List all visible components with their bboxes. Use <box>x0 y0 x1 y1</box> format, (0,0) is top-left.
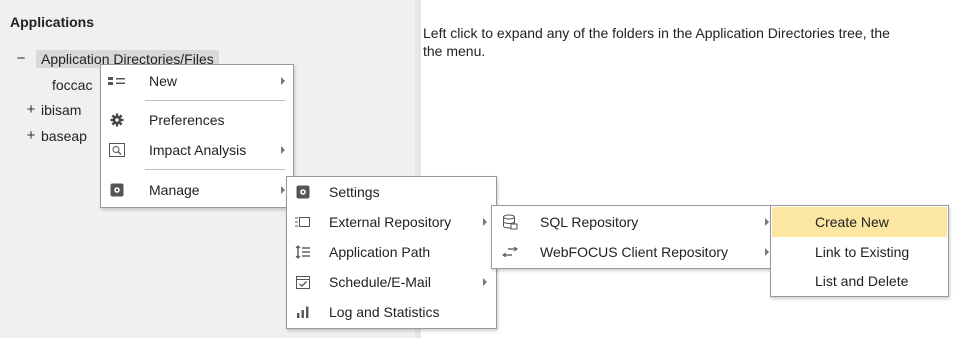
menu-item-label: New <box>149 73 178 89</box>
menu-item-new[interactable]: New <box>101 66 293 96</box>
menu-item-link-to-existing[interactable]: Link to Existing <box>771 237 948 267</box>
help-text-line: the menu. <box>423 43 486 59</box>
menu-item-list-and-delete[interactable]: List and Delete <box>771 266 948 296</box>
sql-repository-submenu: Create New Link to Existing List and Del… <box>770 205 949 297</box>
menu-item-sql-repository[interactable]: SQL Repository <box>492 207 778 237</box>
chevron-right-icon <box>765 218 769 226</box>
menu-item-schedule-email[interactable]: Schedule/E-Mail <box>287 267 496 297</box>
menu-item-webfocus-client-repository[interactable]: WebFOCUS Client Repository <box>492 237 778 267</box>
chevron-right-icon <box>483 278 487 286</box>
menu-item-label: SQL Repository <box>540 214 639 230</box>
application-path-icon <box>287 237 319 267</box>
database-icon <box>492 207 528 237</box>
chevron-right-icon <box>281 77 285 85</box>
calendar-icon <box>287 267 319 297</box>
menu-item-settings[interactable]: Settings <box>287 177 496 207</box>
tree-item-label[interactable]: baseap <box>41 127 87 145</box>
menu-item-label: Link to Existing <box>815 244 910 260</box>
help-text-line: Left click to expand any of the folders … <box>423 25 890 41</box>
menu-item-log-and-statistics[interactable]: Log and Statistics <box>287 297 496 327</box>
external-repository-icon <box>287 207 319 237</box>
menu-item-label: Application Path <box>329 244 431 260</box>
menu-item-application-path[interactable]: Application Path <box>287 237 496 267</box>
chevron-right-icon <box>281 186 285 194</box>
context-menu: New Preferences Impact Analysis Manage <box>100 64 294 208</box>
menu-item-label: List and Delete <box>815 273 909 289</box>
menu-item-label: Impact Analysis <box>149 142 247 158</box>
collapse-icon[interactable]: − <box>14 50 28 68</box>
gear-icon <box>101 105 133 135</box>
menu-item-impact-analysis[interactable]: Impact Analysis <box>101 135 293 165</box>
menu-item-label: Settings <box>329 184 380 200</box>
menu-item-label: Log and Statistics <box>329 304 440 320</box>
external-repository-submenu: SQL Repository WebFOCUS Client Repositor… <box>491 205 779 269</box>
chevron-right-icon <box>765 248 769 256</box>
new-icon <box>101 66 133 96</box>
menu-item-preferences[interactable]: Preferences <box>101 105 293 135</box>
menu-item-external-repository[interactable]: External Repository <box>287 207 496 237</box>
tree-item-label[interactable]: foccac <box>52 77 92 93</box>
menu-item-label: Schedule/E-Mail <box>329 274 431 290</box>
menu-item-label: Preferences <box>149 112 225 128</box>
settings-icon <box>287 177 319 207</box>
manage-submenu: Settings External Repository Application… <box>286 176 497 329</box>
help-text: Left click to expand any of the folders … <box>423 24 979 60</box>
chevron-right-icon <box>281 146 285 154</box>
chevron-right-icon <box>483 218 487 226</box>
tree-item-label[interactable]: ibisam <box>41 101 81 119</box>
tree-item-foccac[interactable]: foccac <box>52 76 92 94</box>
menu-item-label: External Repository <box>329 214 452 230</box>
menu-item-label: WebFOCUS Client Repository <box>540 244 729 260</box>
expand-icon[interactable]: + <box>24 127 38 145</box>
expand-icon[interactable]: + <box>24 101 38 119</box>
menu-separator <box>145 100 285 101</box>
manage-icon <box>101 175 133 205</box>
menu-separator <box>145 169 285 170</box>
menu-item-label: Manage <box>149 182 200 198</box>
impact-analysis-icon <box>101 135 133 165</box>
bar-chart-icon <box>287 297 319 327</box>
panel-title: Applications <box>10 14 95 30</box>
menu-item-manage[interactable]: Manage <box>101 175 293 205</box>
transfer-icon <box>492 237 528 267</box>
menu-item-create-new[interactable]: Create New <box>772 207 947 237</box>
menu-item-label: Create New <box>815 214 889 230</box>
